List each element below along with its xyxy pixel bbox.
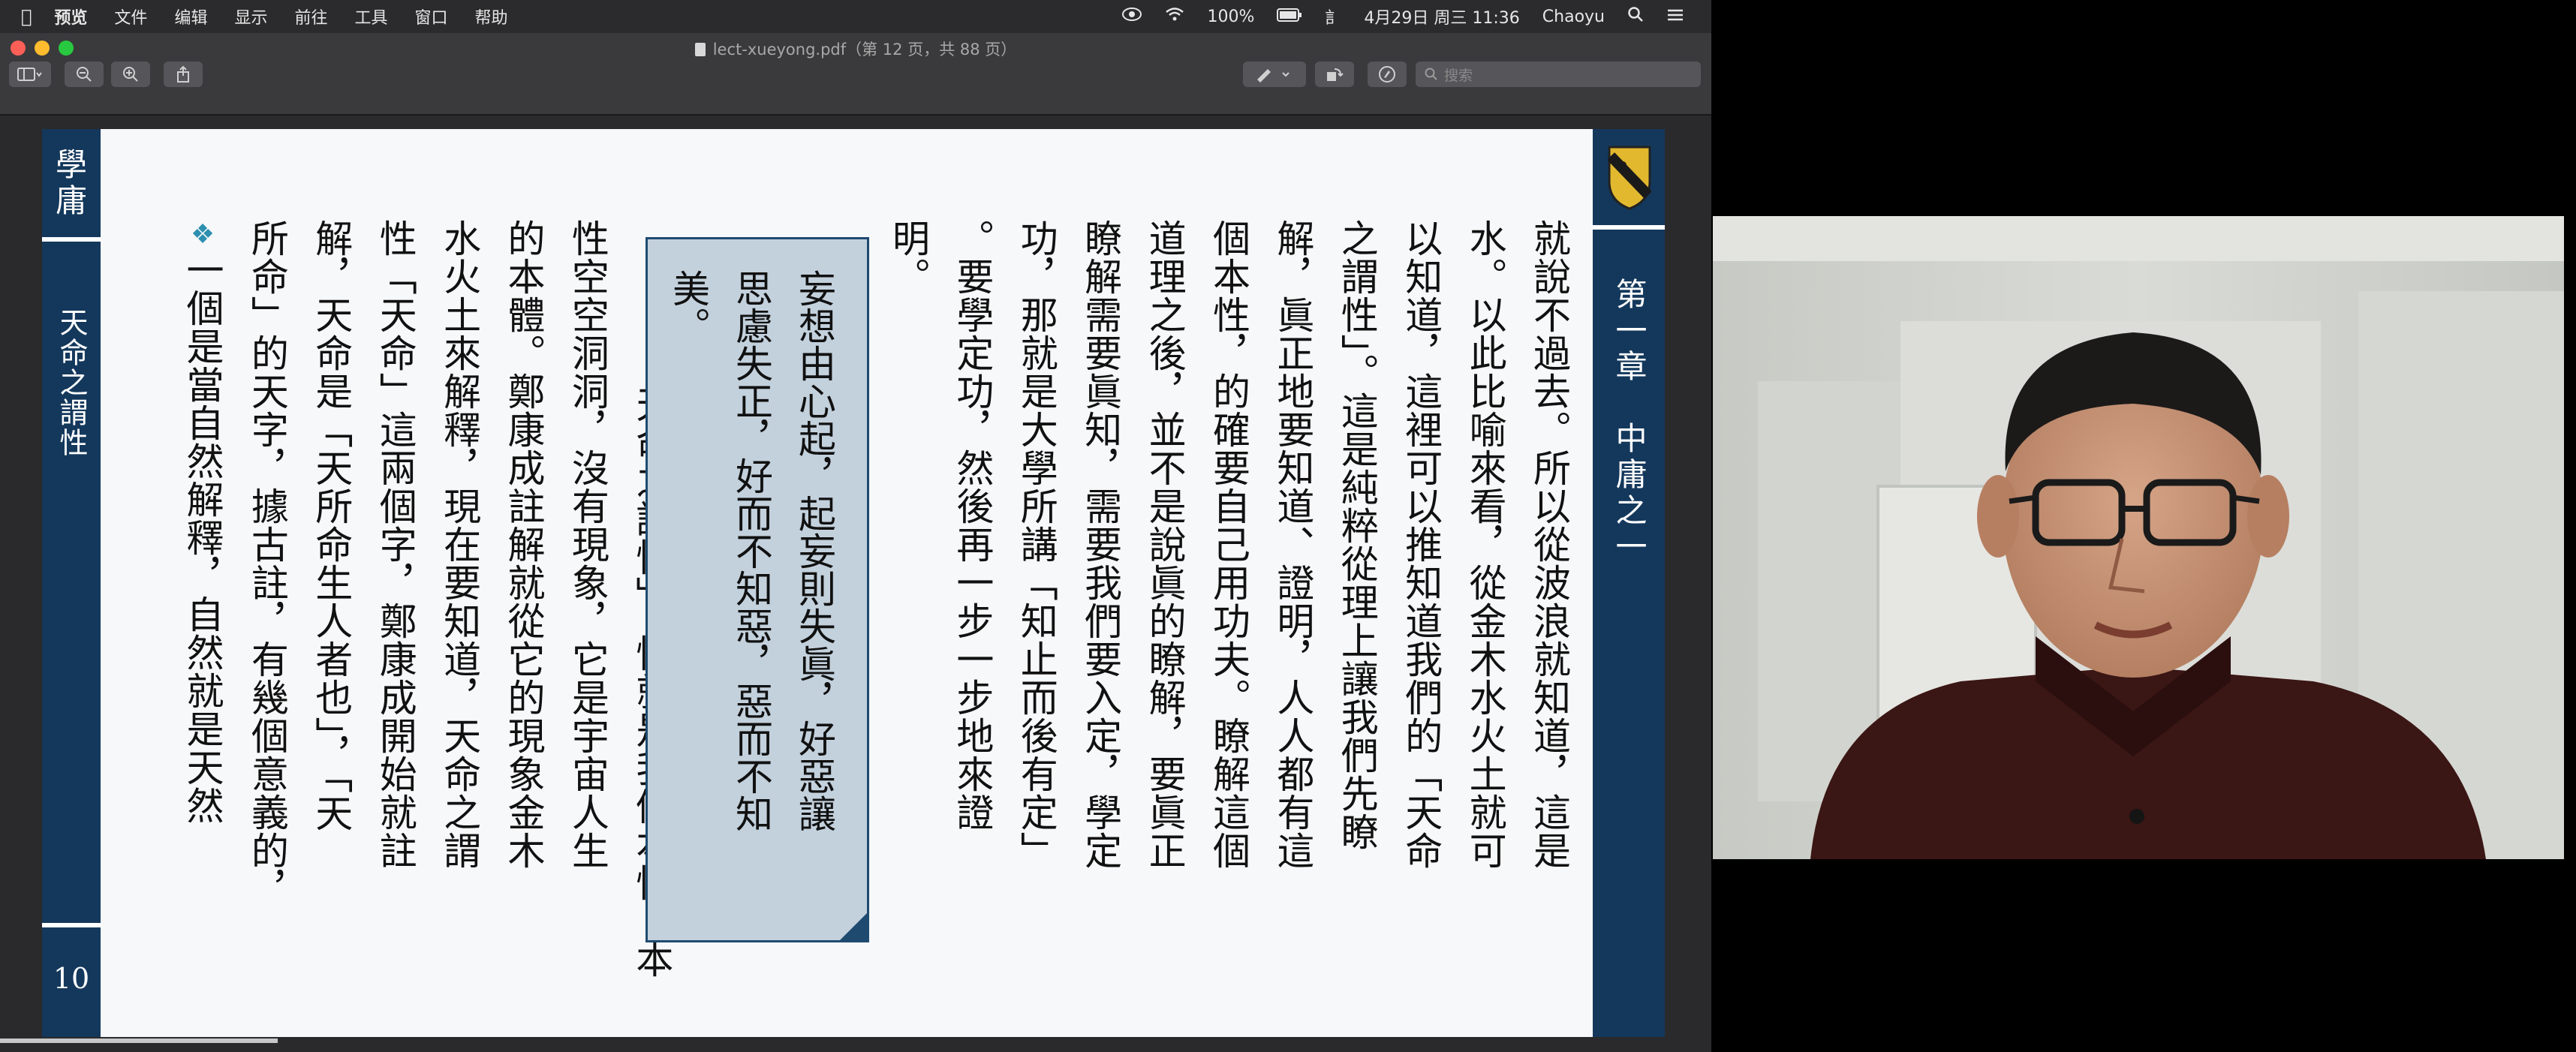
markup-icon xyxy=(1379,66,1395,83)
zoom-in-button[interactable] xyxy=(111,62,150,87)
callout-box: 妄想由心起，起妄則失眞，好惡讓 思慮失正，好而不知惡，惡而不知 美。 xyxy=(646,237,869,942)
book-title-text: 學庸 xyxy=(55,146,87,219)
page-right-margin-bar: 第一章 中庸之一 xyxy=(1593,129,1665,1037)
text-line: 瞭解需要眞知，需要我們要入定，學定 xyxy=(1079,219,1123,870)
menubar-user[interactable]: Chaoyu xyxy=(1542,8,1605,26)
text-line: 道理之後，並不是說眞的瞭解，要眞正 xyxy=(1142,219,1187,870)
share-icon xyxy=(177,65,189,83)
divider xyxy=(42,923,101,927)
menubar:  预览 文件 编辑 显示 前往 工具 窗口 帮助 100% 訁 4月29日 周… xyxy=(0,0,1711,33)
callout-line: 思慮失正，好而不知惡，惡而不知 xyxy=(730,269,773,832)
menu-help[interactable]: 帮助 xyxy=(475,5,508,29)
diamond-bullet-icon: ❖ xyxy=(187,219,218,251)
divider xyxy=(42,237,101,242)
text-line: 以知道，這裡可以推知道我們的「天命 xyxy=(1399,219,1443,870)
text-line: 解，天命是「天所命生人者也」，「天 xyxy=(309,219,354,832)
apple-menu-icon[interactable]:  xyxy=(21,6,32,27)
wifi-icon[interactable] xyxy=(1165,7,1184,26)
zoom-in-icon xyxy=(123,67,138,82)
rotate-button[interactable] xyxy=(1315,62,1354,87)
menu-file[interactable]: 文件 xyxy=(114,5,147,29)
text-line: 解，眞正地要知道、證明，人人都有這 xyxy=(1271,219,1315,870)
menu-go[interactable]: 前往 xyxy=(294,5,327,29)
text-line: 水。以此比喻來看，從金木水火土就可 xyxy=(1463,219,1507,870)
menu-edit[interactable]: 编辑 xyxy=(174,5,207,29)
text-line: 功，那就是大學所講「知止而後有定」 xyxy=(1014,219,1058,870)
preview-window: lect-xueyong.pdf（第 12 页，共 88 页） 搜索 學庸 天命… xyxy=(0,33,1711,1052)
share-button[interactable] xyxy=(164,62,203,87)
rotate-icon xyxy=(1327,68,1344,81)
pdf-page[interactable]: 學庸 天命之謂性 10 第一章 中庸之一 就說不過去。所以從波浪就知道，這是 水… xyxy=(42,129,1665,1037)
section-running-title: 天命之謂性 xyxy=(55,308,88,458)
zoom-out-button[interactable] xyxy=(65,62,104,87)
presenter-video-image xyxy=(1713,216,2564,859)
bullet-paragraph: ❖一個是當自然解釋，自然就是天然 xyxy=(170,219,234,1014)
control-center-icon[interactable] xyxy=(1666,8,1684,26)
text-line: 之謂性」。這是純粹從理上讓我們先瞭 xyxy=(1335,219,1379,851)
crest-logo-icon xyxy=(1608,146,1651,210)
search-placeholder: 搜索 xyxy=(1444,67,1473,84)
pen-icon xyxy=(1257,69,1290,83)
text-line: 一個是當自然解釋，自然就是天然 xyxy=(180,251,224,825)
menu-app-name[interactable]: 预览 xyxy=(54,5,87,29)
text-line: 性「天命」這兩個字，鄭康成開始就註 xyxy=(373,219,417,870)
screen-share-icon[interactable] xyxy=(1121,7,1142,26)
text-line: 個本性，的確要自己用功夫。瞭解這個 xyxy=(1206,219,1250,870)
text-line: 的本體。鄭康成註解就從它的現象金木 xyxy=(501,219,546,870)
callout-line: 妄想由心起，起妄則失眞，好惡讓 xyxy=(793,269,836,832)
text-line: 就說不過去。所以從波浪就知道，這是 xyxy=(1527,219,1571,870)
callout-text: 妄想由心起，起妄則失眞，好惡讓 思慮失正，好而不知惡，惡而不知 美。 xyxy=(657,269,846,915)
text-line: 。要學定功，然後再一步一步地來證 xyxy=(950,219,995,831)
text-line: 性空空洞洞，沒有現象，它是宇宙人生 xyxy=(565,219,609,870)
sidebar-toggle-button[interactable] xyxy=(9,62,51,87)
chapter-title: 第一章 中庸之一 xyxy=(1611,278,1648,566)
document-title: lect-xueyong.pdf（第 12 页，共 88 页） xyxy=(0,38,1711,60)
page-number: 10 xyxy=(53,962,90,995)
window-titlebar: lect-xueyong.pdf（第 12 页，共 88 页） 搜索 xyxy=(0,33,1711,116)
input-method-indicator[interactable]: 訁 xyxy=(1325,5,1341,29)
sidebar-icon xyxy=(17,68,42,81)
text-line: 所命」的天字，據古註，有幾個意義的， xyxy=(245,219,289,908)
document-title-text: lect-xueyong.pdf（第 12 页，共 88 页） xyxy=(712,41,1017,59)
menubar-clock[interactable]: 4月29日 周三 11:36 xyxy=(1364,5,1519,29)
presenter-video xyxy=(1713,216,2564,859)
divider xyxy=(1593,225,1665,230)
menu-view[interactable]: 显示 xyxy=(234,5,267,29)
text-line: 水火土來解釋，現在要知道，天命之謂 xyxy=(438,219,482,870)
markup-pen-button[interactable] xyxy=(1243,62,1306,87)
callout-line: 美。 xyxy=(667,269,710,344)
battery-icon[interactable] xyxy=(1277,8,1302,26)
zoom-out-icon xyxy=(77,67,92,82)
search-icon xyxy=(1425,68,1437,80)
page-left-margin-bar: 學庸 天命之謂性 10 xyxy=(42,129,101,1037)
callout-corner-fold xyxy=(838,911,869,942)
pdf-file-icon xyxy=(694,43,706,56)
menubar-status-area: 100% 訁 4月29日 周三 11:36 Chaoyu xyxy=(1121,0,1684,33)
book-title-label: 學庸 xyxy=(42,147,101,219)
menu-tools[interactable]: 工具 xyxy=(354,5,387,29)
video-progress-bar[interactable] xyxy=(0,1038,278,1043)
menu-window[interactable]: 窗口 xyxy=(415,5,448,29)
search-field[interactable]: 搜索 xyxy=(1416,62,1701,87)
battery-percent: 100% xyxy=(1207,7,1255,26)
markup-toolbar-button[interactable] xyxy=(1368,62,1407,87)
spotlight-icon[interactable] xyxy=(1627,6,1644,27)
text-line: 明。 xyxy=(886,219,930,296)
